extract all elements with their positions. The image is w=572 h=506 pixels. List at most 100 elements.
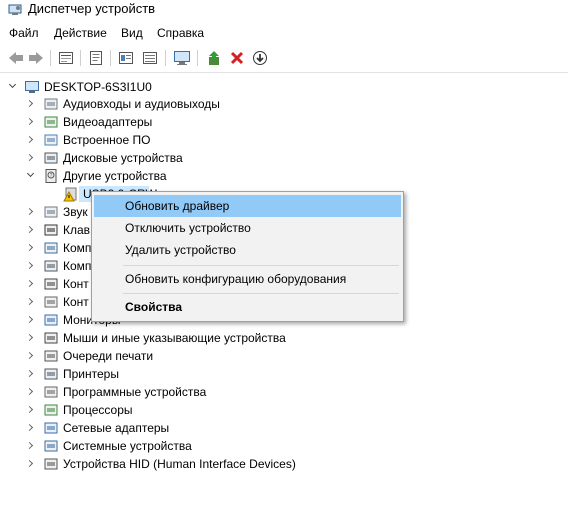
- chevron-right-icon[interactable]: [25, 329, 36, 347]
- forward-icon[interactable]: [26, 48, 46, 68]
- tree-item-label: Системные устройства: [63, 439, 192, 453]
- chevron-right-icon[interactable]: [25, 437, 36, 455]
- tree-item-print-queues[interactable]: Очереди печати: [0, 347, 400, 365]
- window-title: Диспетчер устройств: [28, 1, 156, 16]
- toolbar-separator: [50, 50, 51, 66]
- chevron-right-icon[interactable]: [25, 383, 36, 401]
- help-icon[interactable]: [86, 48, 106, 68]
- chevron-right-icon[interactable]: [25, 221, 36, 239]
- tree-item-mice[interactable]: Мыши и иные указывающие устройства: [0, 329, 400, 347]
- print-queue-icon: [44, 350, 58, 362]
- toolbar-separator: [197, 50, 198, 66]
- chevron-right-icon[interactable]: [25, 347, 36, 365]
- network-adapter-icon: [44, 422, 58, 434]
- chevron-right-icon[interactable]: [25, 149, 36, 167]
- chevron-right-icon[interactable]: [25, 419, 36, 437]
- menu-separator: [123, 293, 399, 294]
- chevron-right-icon[interactable]: [25, 293, 36, 311]
- menu-action[interactable]: Действие: [54, 26, 107, 40]
- tree-item-display-adapters[interactable]: Видеоадаптеры: [0, 113, 400, 131]
- computer-icon: [44, 242, 58, 254]
- menu-help[interactable]: Справка: [157, 26, 204, 40]
- toolbar-separator: [110, 50, 111, 66]
- tree-item-label: Устройства HID (Human Interface Devices): [63, 457, 296, 471]
- tree-item-software-devices[interactable]: Программные устройства: [0, 383, 400, 401]
- toolbar-separator: [80, 50, 81, 66]
- chevron-right-icon[interactable]: [25, 455, 36, 473]
- tree-item-audio[interactable]: Аудиовходы и аудиовыходы: [0, 95, 400, 113]
- update-driver-icon[interactable]: [204, 48, 224, 68]
- tree-item-label: Очереди печати: [63, 349, 154, 363]
- tree-item-network-adapters[interactable]: Сетевые адаптеры: [0, 419, 400, 437]
- tree-item-label: Конт: [63, 295, 89, 309]
- tree-item-system-devices[interactable]: Системные устройства: [0, 437, 400, 455]
- context-menu: Обновить драйвер Отключить устройство Уд…: [91, 191, 404, 322]
- tree-item-other-devices[interactable]: ? Другие устройства: [0, 167, 400, 185]
- menu-item-uninstall-device[interactable]: Удалить устройство: [94, 239, 401, 261]
- tree-item-firmware[interactable]: Встроенное ПО: [0, 131, 400, 149]
- printer-icon: [44, 368, 58, 380]
- menu-item-scan-hardware[interactable]: Обновить конфигурацию оборудования: [94, 268, 401, 290]
- tree-item-label: Другие устройства: [63, 169, 167, 183]
- firmware-icon: [44, 134, 58, 146]
- tree-item-label: Конт: [63, 277, 89, 291]
- storage-controller-icon: [44, 296, 58, 308]
- chevron-right-icon[interactable]: [25, 275, 36, 293]
- chevron-right-icon[interactable]: [25, 113, 36, 131]
- menu-item-disable-device[interactable]: Отключить устройство: [94, 217, 401, 239]
- chevron-right-icon[interactable]: [25, 131, 36, 149]
- chevron-right-icon[interactable]: [25, 95, 36, 113]
- tree-item-label: Клав: [63, 223, 91, 237]
- warning-device-icon: [63, 187, 77, 202]
- svg-text:?: ?: [50, 173, 53, 179]
- chevron-down-icon[interactable]: [26, 167, 36, 185]
- tree-item-printers[interactable]: Принтеры: [0, 365, 400, 383]
- view-icon[interactable]: [116, 48, 136, 68]
- tree-item-label: Комп: [63, 259, 92, 273]
- chevron-right-icon[interactable]: [25, 257, 36, 275]
- chevron-right-icon[interactable]: [25, 401, 36, 419]
- chevron-right-icon[interactable]: [25, 239, 36, 257]
- scrollbar[interactable]: [568, 72, 572, 506]
- tree-item-hid[interactable]: Устройства HID (Human Interface Devices): [0, 455, 400, 473]
- other-devices-icon: ?: [45, 169, 57, 183]
- toolbar-separator: [165, 50, 166, 66]
- chevron-right-icon[interactable]: [25, 311, 36, 329]
- device-manager-icon: [8, 4, 22, 15]
- audio-icon: [44, 98, 58, 110]
- menu-item-update-driver[interactable]: Обновить драйвер: [94, 195, 401, 217]
- system-device-icon: [44, 440, 58, 452]
- menu-item-properties[interactable]: Свойства: [94, 296, 401, 318]
- disable-icon[interactable]: [250, 48, 270, 68]
- tree-item-label: Принтеры: [63, 367, 119, 381]
- software-component-icon: [44, 260, 58, 272]
- keyboard-icon: [44, 224, 58, 236]
- view-details-icon[interactable]: [140, 48, 160, 68]
- chevron-right-icon[interactable]: [25, 203, 36, 221]
- tree-root[interactable]: DESKTOP-6S3I1U0: [0, 78, 200, 96]
- tree-item-processors[interactable]: Процессоры: [0, 401, 400, 419]
- mouse-icon: [44, 332, 58, 344]
- menu-file[interactable]: Файл: [9, 26, 39, 40]
- menu-bar: Файл Действие Вид Справка: [0, 22, 572, 44]
- menu-view[interactable]: Вид: [121, 26, 143, 40]
- menu-separator: [123, 265, 399, 266]
- back-icon[interactable]: [6, 48, 26, 68]
- tree-item-label: Процессоры: [63, 403, 133, 417]
- chevron-right-icon[interactable]: [25, 365, 36, 383]
- hid-icon: [44, 458, 58, 470]
- processor-icon: [44, 404, 58, 416]
- usb-controller-icon: [44, 278, 58, 290]
- computer-name: DESKTOP-6S3I1U0: [44, 80, 152, 94]
- scan-hardware-icon[interactable]: [172, 48, 192, 68]
- tree-item-label: Программные устройства: [63, 385, 207, 399]
- tree-item-label: Звук: [63, 205, 88, 219]
- sound-icon: [44, 206, 58, 218]
- properties-icon[interactable]: [56, 48, 76, 68]
- tree-item-label: Комп: [63, 241, 92, 255]
- tree-item-disk-drives[interactable]: Дисковые устройства: [0, 149, 400, 167]
- tree-item-label: Видеоадаптеры: [63, 115, 153, 129]
- uninstall-icon[interactable]: [227, 48, 247, 68]
- chevron-down-icon[interactable]: [8, 78, 18, 96]
- monitor-icon: [44, 314, 58, 326]
